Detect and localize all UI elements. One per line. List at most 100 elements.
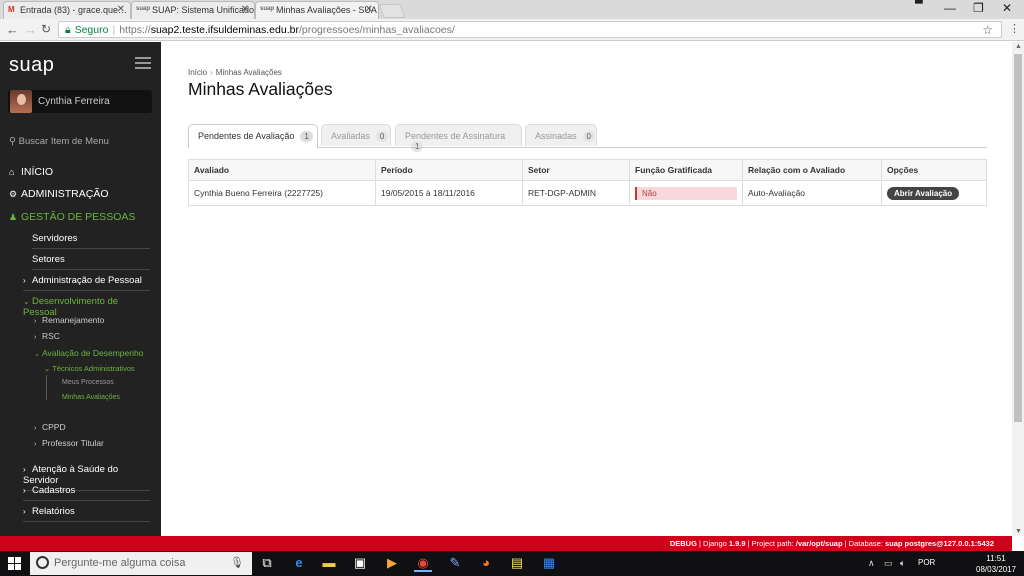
django-version: 1.9.9 bbox=[728, 539, 746, 548]
close-icon[interactable]: ✕ bbox=[365, 4, 373, 15]
col-funcao-gratificada: Função Gratificada bbox=[629, 159, 743, 181]
menu-gestao-de-pessoas[interactable]: ♟ GESTÃO DE PESSOAS bbox=[9, 211, 135, 223]
chrome-menu-icon[interactable]: ⋮ bbox=[1009, 22, 1020, 35]
user-profile[interactable]: Cynthia Ferreira bbox=[8, 90, 152, 113]
browser-tab-gmail[interactable]: M Entrada (83) - grace.que… ✕ bbox=[3, 1, 131, 19]
menu-professor-titular[interactable]: › Professor Titular bbox=[34, 438, 104, 448]
menu-inicio[interactable]: ⌂ INÍCIO bbox=[9, 166, 53, 178]
editor-icon[interactable]: ✎ bbox=[446, 555, 464, 572]
tab-avaliadas[interactable]: Avaliadas 0 bbox=[321, 124, 391, 146]
sticky-notes-icon[interactable]: ▤ bbox=[508, 555, 526, 572]
breadcrumb-link-inicio[interactable]: Início bbox=[188, 68, 207, 77]
microphone-icon[interactable]: 🎙︎ bbox=[230, 556, 244, 569]
avatar bbox=[10, 90, 32, 113]
menu-administracao-de-pessoal[interactable]: › Administração de Pessoal bbox=[23, 275, 150, 291]
cortana-search-input[interactable]: Pergunte-me alguma coisa 🎙︎ bbox=[30, 552, 252, 575]
menu-cadastros[interactable]: › Cadastros bbox=[23, 485, 150, 501]
network-icon[interactable]: ▭ bbox=[884, 558, 893, 569]
menu-label: ADMINISTRAÇÃO bbox=[21, 188, 109, 200]
bookmark-star-icon[interactable]: ☆ bbox=[982, 23, 993, 37]
firefox-icon[interactable]: ◕ bbox=[477, 555, 495, 572]
browser-tab-minhas-avaliacoes[interactable]: suap Minhas Avaliações - SUA ✕ bbox=[255, 1, 379, 19]
menu-rsc[interactable]: › RSC bbox=[34, 331, 60, 341]
chevron-right-icon: › bbox=[34, 334, 37, 341]
cell-funcao: Não bbox=[629, 180, 743, 206]
menu-label: Cadastros bbox=[32, 485, 76, 496]
db-label: | Database: bbox=[842, 539, 885, 548]
breadcrumb: Início › Minhas Avaliações bbox=[188, 68, 282, 77]
menu-label: RSC bbox=[42, 331, 60, 341]
volume-icon[interactable]: 🔈︎ bbox=[900, 558, 905, 569]
task-view-icon[interactable]: ⧉ bbox=[258, 555, 276, 572]
menu-cppd[interactable]: › CPPD bbox=[34, 422, 66, 432]
browser-tab-bar: M Entrada (83) - grace.que… ✕ suap SUAP:… bbox=[0, 0, 1024, 19]
tab-pendentes-de-avaliacao[interactable]: Pendentes de Avaliação 1 bbox=[188, 124, 318, 148]
chevron-down-icon: ⌄ bbox=[34, 351, 40, 358]
profile-icon[interactable]: ▀ bbox=[915, 0, 923, 10]
close-icon[interactable]: ✕ bbox=[241, 4, 249, 15]
col-setor: Setor bbox=[522, 159, 630, 181]
forward-arrow-icon[interactable]: → bbox=[24, 22, 37, 37]
search-icon: ⚲ bbox=[9, 136, 19, 147]
menu-relatorios[interactable]: › Relatórios bbox=[23, 506, 150, 522]
status-badge-nao: Não bbox=[635, 186, 737, 200]
hamburger-menu-icon[interactable] bbox=[135, 57, 151, 72]
menu-label: Professor Titular bbox=[42, 438, 104, 448]
word-document-icon[interactable]: ▦ bbox=[540, 555, 558, 572]
system-tray: ∧ ▭ 🔈︎ POR 11:51 08/03/2017 bbox=[868, 551, 1018, 576]
close-icon[interactable]: ✕ bbox=[117, 4, 125, 15]
menu-label: Relatórios bbox=[32, 506, 75, 517]
menu-avaliacao-de-desempenho[interactable]: ⌄ Avaliação de Desempenho bbox=[34, 348, 143, 358]
clock[interactable]: 11:51 08/03/2017 bbox=[976, 553, 1016, 575]
maximize-icon[interactable]: ❐ bbox=[973, 1, 984, 15]
url-scheme: https:// bbox=[119, 24, 151, 36]
project-path: /var/opt/suap bbox=[795, 539, 843, 548]
tab-pendentes-de-assinatura[interactable]: Pendentes de Assinatura1 bbox=[395, 124, 522, 152]
store-icon[interactable]: ▣ bbox=[351, 555, 369, 572]
menu-search-input[interactable]: ⚲ Buscar Item de Menu bbox=[9, 136, 109, 147]
chevron-up-icon[interactable]: ∧ bbox=[868, 558, 875, 569]
menu-servidores[interactable]: Servidores bbox=[32, 233, 150, 249]
new-tab-button[interactable] bbox=[378, 4, 406, 18]
cell-setor: RET-DGP-ADMIN bbox=[522, 180, 630, 206]
abrir-avaliacao-button[interactable]: Abrir Avaliação bbox=[887, 186, 960, 200]
suap-favicon-icon: suap bbox=[260, 6, 275, 12]
tab-title: Entrada (83) - grace.que… bbox=[20, 5, 128, 15]
edge-icon[interactable]: e bbox=[290, 555, 308, 572]
close-window-icon[interactable]: ✕ bbox=[1002, 1, 1012, 15]
tab-assinadas[interactable]: Assinadas 0 bbox=[525, 124, 597, 146]
scrollbar-thumb[interactable] bbox=[1014, 54, 1022, 422]
chevron-down-icon: ⌄ bbox=[23, 297, 30, 306]
menu-administracao[interactable]: ⚙ ADMINISTRAÇÃO bbox=[9, 188, 109, 200]
reload-icon[interactable]: ↻ bbox=[41, 22, 51, 36]
menu-label: Técnicos Administrativos bbox=[52, 364, 135, 373]
menu-meus-processos[interactable]: Meus Processos bbox=[62, 379, 114, 386]
debug-label: DEBUG bbox=[669, 539, 697, 548]
address-toolbar: ← → ↻ 🔒︎ Seguro | https://suap2.teste.ifsul… bbox=[0, 19, 1024, 41]
scroll-up-icon[interactable]: ▲ bbox=[1015, 43, 1022, 50]
page-scrollbar[interactable]: ▲ ▼ bbox=[1012, 42, 1024, 536]
media-player-icon[interactable]: ▶ bbox=[383, 555, 401, 572]
menu-tecnicos-administrativos[interactable]: ⌄ Técnicos Administrativos bbox=[44, 364, 135, 373]
menu-search-placeholder: Buscar Item de Menu bbox=[18, 136, 109, 147]
tab-title: SUAP: Sistema Unificado bbox=[152, 5, 255, 15]
minimize-icon[interactable]: — bbox=[944, 1, 956, 15]
suap-logo[interactable]: suap bbox=[9, 54, 54, 77]
person-icon: ♟ bbox=[9, 212, 18, 222]
url-bar[interactable]: 🔒︎ Seguro | https://suap2.teste.ifsuldemina… bbox=[58, 21, 1002, 38]
menu-setores[interactable]: Setores bbox=[32, 254, 150, 270]
chevron-right-icon: › bbox=[34, 425, 37, 432]
debug-bar: DEBUG | Django 1.9.9 | Project path: /va… bbox=[0, 536, 1012, 551]
file-explorer-icon[interactable]: ▬ bbox=[320, 555, 338, 572]
menu-minhas-avaliacoes[interactable]: Minhas Avaliações bbox=[62, 394, 120, 401]
menu-remanejamento[interactable]: › Remanejamento bbox=[34, 315, 104, 325]
tab-label: Assinadas bbox=[535, 131, 577, 141]
scroll-down-icon[interactable]: ▼ bbox=[1015, 528, 1022, 535]
chrome-icon[interactable]: ◉ bbox=[414, 555, 432, 572]
browser-tab-suap[interactable]: suap SUAP: Sistema Unificado ✕ bbox=[131, 1, 255, 19]
back-arrow-icon[interactable]: ← bbox=[6, 22, 19, 37]
sidebar: suap Cynthia Ferreira ⚲ Buscar Item de M… bbox=[0, 42, 161, 536]
language-indicator[interactable]: POR bbox=[918, 558, 935, 567]
col-periodo: Período bbox=[375, 159, 523, 181]
windows-start-icon[interactable] bbox=[8, 557, 21, 570]
